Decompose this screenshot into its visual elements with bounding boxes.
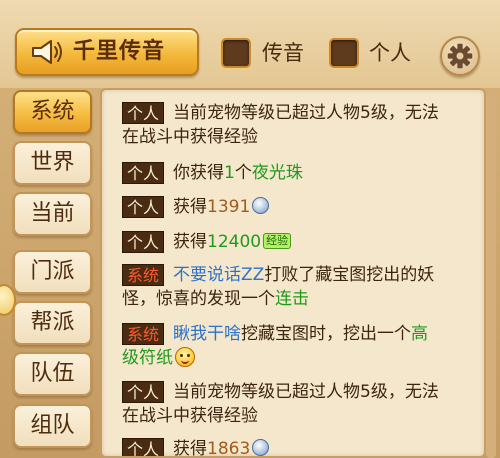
system-tag: 系统 <box>122 264 165 286</box>
message-line: 系统 不要说话ZZ打败了藏宝图挖出的妖 <box>122 263 472 287</box>
message-line: 怪，惊喜的发现一个连击 <box>122 287 472 311</box>
message-line: 在战斗中获得经验 <box>122 125 472 149</box>
megaphone-icon <box>32 40 62 64</box>
message-text: 获得 <box>173 232 208 252</box>
message-text: 个 <box>234 163 252 183</box>
message-line: 个人 获得12400 经验 <box>122 230 472 254</box>
message-text: 当前宠物等级已超过人物5级，无法 <box>173 382 439 402</box>
personal-tag: 个人 <box>122 102 165 124</box>
chat-window: 千里传音 传音 个人 系统 世界 当前门派 帮派 队伍 组队 个人 当前宠物等级… <box>0 0 500 458</box>
chat-message: 个人 你获得1个夜光珠 <box>122 161 472 185</box>
message-line: 级符纸 <box>122 346 472 370</box>
player-name[interactable]: 瞅我干啥 <box>173 324 241 344</box>
chat-message: 系统 瞅我干啥挖藏宝图时，挖出一个高 级符纸 <box>122 322 472 370</box>
message-text: 获得 <box>173 197 208 217</box>
personal-tag: 个人 <box>122 196 165 218</box>
message-text: 获得 <box>173 439 208 458</box>
personal-tag: 个人 <box>122 231 165 253</box>
personal-tag: 个人 <box>122 438 165 456</box>
channel-tab[interactable]: 帮派 <box>13 301 92 345</box>
chat-message: 个人 获得12400 经验 <box>122 230 472 254</box>
channel-tab[interactable]: 当前 <box>13 192 92 236</box>
highlight-text: 1 <box>224 163 235 183</box>
silver-coin-icon <box>252 197 270 214</box>
message-line: 个人 当前宠物等级已超过人物5级，无法 <box>122 380 472 404</box>
chat-message: 个人 获得1391 <box>122 195 472 219</box>
highlight-text: 高 <box>411 324 429 344</box>
highlight-text: 夜光珠 <box>251 163 303 183</box>
gear-icon <box>447 43 473 69</box>
message-line: 个人 当前宠物等级已超过人物5级，无法 <box>122 101 472 125</box>
message-line: 个人 你获得1个夜光珠 <box>122 161 472 185</box>
channel-sidebar: 系统世界当前门派帮派队伍组队 <box>0 88 98 458</box>
system-tag: 系统 <box>122 323 165 345</box>
chat-message: 个人 获得1863 <box>122 437 472 458</box>
message-line: 个人 获得1391 <box>122 195 472 219</box>
message-text: 怪，惊喜的发现一个 <box>122 289 275 309</box>
smile-emoji-icon <box>175 346 195 367</box>
chat-message: 个人 当前宠物等级已超过人物5级，无法 在战斗中获得经验 <box>122 101 472 149</box>
highlight-text: 12400 <box>207 232 262 252</box>
whisper-channel-checkbox[interactable] <box>221 38 251 68</box>
personal-channel-checkbox[interactable] <box>329 38 359 68</box>
channel-tab[interactable]: 组队 <box>13 404 92 448</box>
channel-tab[interactable]: 队伍 <box>13 352 92 396</box>
highlight-text: 1863 <box>207 439 251 458</box>
player-name[interactable]: 不要说话ZZ <box>173 265 264 285</box>
broadcast-button[interactable]: 千里传音 <box>15 28 199 76</box>
whisper-channel-label: 传音 <box>262 41 304 65</box>
settings-button[interactable] <box>440 36 480 76</box>
message-text: 在战斗中获得经验 <box>122 406 258 426</box>
chat-header: 千里传音 传音 个人 <box>0 0 500 88</box>
message-text: 打败了藏宝图挖出的妖 <box>264 265 435 285</box>
highlight-text: 连击 <box>275 289 309 309</box>
message-text: 在战斗中获得经验 <box>122 127 258 147</box>
personal-tag: 个人 <box>122 381 165 403</box>
personal-tag: 个人 <box>122 162 165 184</box>
message-line: 在战斗中获得经验 <box>122 404 472 428</box>
chat-message: 系统 不要说话ZZ打败了藏宝图挖出的妖 怪，惊喜的发现一个连击 <box>122 263 472 311</box>
personal-channel-label: 个人 <box>369 41 411 65</box>
message-log[interactable]: 个人 当前宠物等级已超过人物5级，无法 在战斗中获得经验 个人 你获得1个夜光珠 个人 获得… <box>100 88 486 458</box>
message-text: 挖藏宝图时，挖出一个 <box>241 324 412 344</box>
message-text: 当前宠物等级已超过人物5级，无法 <box>173 103 439 123</box>
experience-icon: 经验 <box>263 232 292 249</box>
message-scrollbar[interactable] <box>486 92 496 458</box>
silver-coin-icon <box>252 439 270 456</box>
highlight-text: 级符纸 <box>122 348 173 368</box>
chat-message: 个人 当前宠物等级已超过人物5级，无法 在战斗中获得经验 <box>122 380 472 428</box>
highlight-text: 1391 <box>207 197 251 217</box>
channel-tab[interactable]: 系统 <box>13 90 92 134</box>
channel-tab[interactable]: 世界 <box>13 141 92 185</box>
broadcast-button-label: 千里传音 <box>73 39 166 64</box>
message-text: 你获得 <box>173 163 225 183</box>
message-line: 系统 瞅我干啥挖藏宝图时，挖出一个高 <box>122 322 472 346</box>
message-line: 个人 获得1863 <box>122 437 472 458</box>
channel-tab[interactable]: 门派 <box>13 250 92 294</box>
